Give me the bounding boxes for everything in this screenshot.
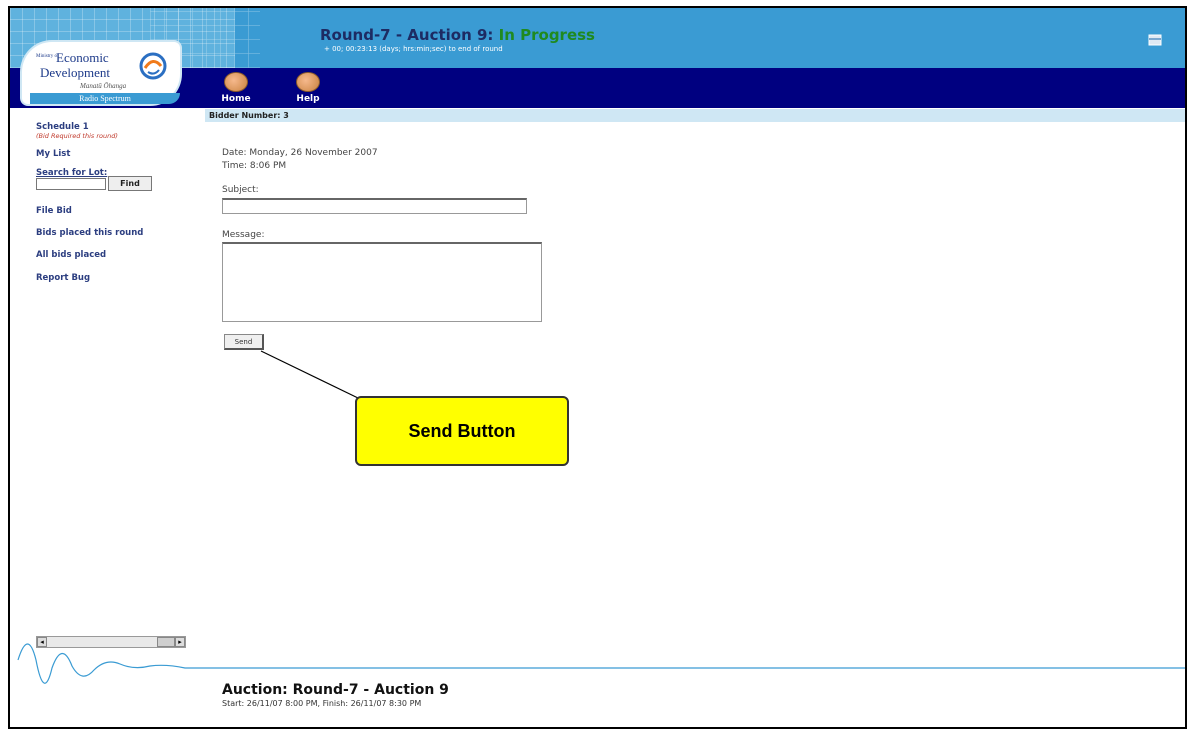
ministry-logo[interactable]: Ministry of Economic Development Manatū … <box>22 42 180 104</box>
logo-radio-spectrum-bar: Radio Spectrum <box>30 93 180 104</box>
logo-development-text: Development <box>40 65 111 80</box>
logo-swirl-icon <box>139 52 167 80</box>
screenshot-frame: Round-7 - Auction 9: In Progress + 00; 0… <box>8 6 1187 729</box>
logo-maori-text: Manatū Ōhanga <box>80 82 127 90</box>
send-button-callout: Send Button <box>355 396 569 466</box>
callout-pointer-line <box>260 350 359 399</box>
footer-auction-title: Auction: Round-7 - Auction 9 <box>222 682 449 698</box>
footer-auction-times: Start: 26/11/07 8:00 PM, Finish: 26/11/0… <box>222 699 422 708</box>
logo-economic-text: Economic <box>56 50 109 65</box>
footer-wave-decoration <box>17 643 1185 684</box>
